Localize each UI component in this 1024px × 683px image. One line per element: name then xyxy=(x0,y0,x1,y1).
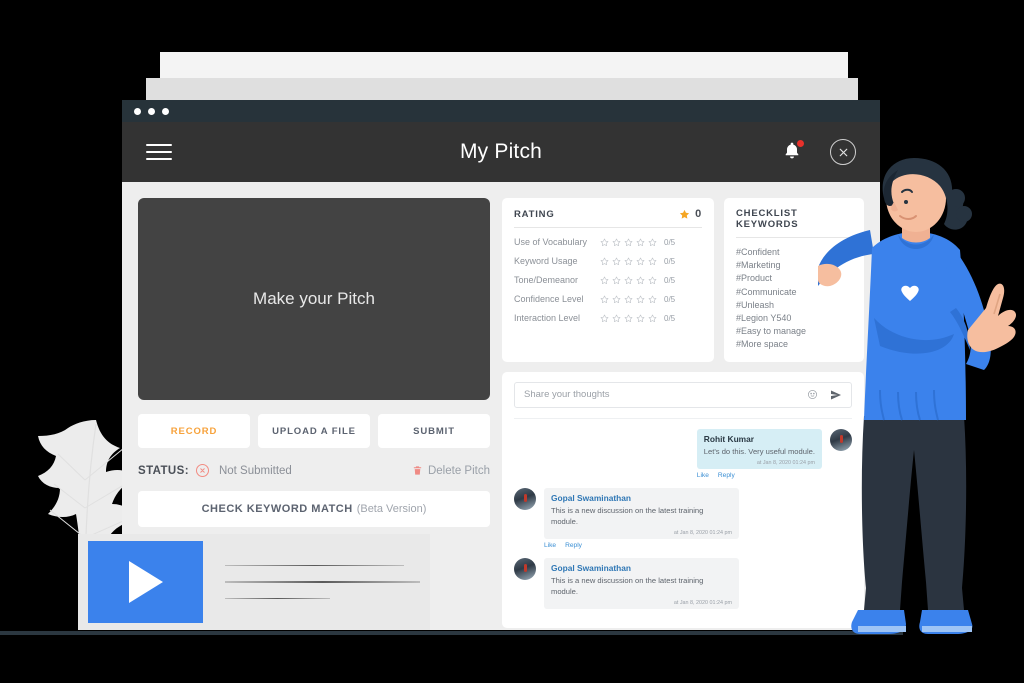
comment-action-reply[interactable]: Reply xyxy=(718,472,735,479)
insights-column: RATING 0 Use of Vocabulary 0/5 Keyword Usa… xyxy=(502,198,864,628)
avatar[interactable] xyxy=(514,557,536,580)
rating-row-label: Tone/Demeanor xyxy=(514,275,579,285)
submit-button[interactable]: SUBMIT xyxy=(378,414,490,448)
comment-input[interactable]: Share your thoughts xyxy=(514,381,852,408)
star-filled-icon xyxy=(679,209,690,219)
rating-row-label: Use of Vocabulary xyxy=(514,237,588,247)
rating-score: 0 xyxy=(679,208,702,220)
not-submitted-icon xyxy=(195,464,209,477)
comment-timestamp: at Jan 8, 2020 01:24 pm xyxy=(673,529,732,536)
comment-body: Gopal Swaminathan This is a new discussio… xyxy=(544,557,739,609)
rating-row-label: Keyword Usage xyxy=(514,256,578,266)
screenshot-root: My Pitch Make your Pitch RECORD UPLOAD A… xyxy=(0,0,1024,683)
window-dot-3[interactable] xyxy=(162,107,169,115)
comment-actions: Like Reply xyxy=(544,542,739,549)
app-header: My Pitch xyxy=(122,122,880,182)
comment-actions: Like Reply xyxy=(697,472,822,479)
delete-pitch-label: Delete Pitch xyxy=(427,464,490,477)
pitch-placeholder-text: Make your Pitch xyxy=(253,289,375,308)
rating-row-fraction: 0/5 xyxy=(664,275,676,285)
pitch-video-placeholder[interactable]: Make your Pitch xyxy=(138,198,490,400)
rating-stars[interactable] xyxy=(600,314,657,323)
window-dot-2[interactable] xyxy=(148,107,155,115)
rating-card-header: RATING 0 xyxy=(514,208,702,228)
rating-row: Keyword Usage 0/5 xyxy=(514,256,702,266)
comment-author: Rohit Kumar xyxy=(703,433,755,444)
check-keyword-match-note: (Beta Version) xyxy=(356,503,427,515)
comment-bubble: Rohit Kumar Let's do this. Very useful mo… xyxy=(696,428,822,469)
status-label: STATUS: xyxy=(138,464,189,477)
comment-action-like[interactable]: Like xyxy=(697,472,709,479)
comment-bubble: Gopal Swaminathan This is a new discussio… xyxy=(544,487,739,539)
comment-item: Gopal Swaminathan This is a new discussio… xyxy=(514,557,852,609)
bell-icon[interactable] xyxy=(782,140,804,163)
comment-text: This is a new discussion on the latest t… xyxy=(551,505,704,526)
window-titlebar xyxy=(122,100,880,122)
rating-row-fraction: 0/5 xyxy=(664,256,676,266)
rating-title: RATING xyxy=(514,208,555,220)
video-text-lines xyxy=(203,564,420,600)
rating-card: RATING 0 Use of Vocabulary 0/5 Keyword Usa… xyxy=(502,198,714,362)
rating-score-value: 0 xyxy=(695,208,702,220)
rating-row: Confidence Level 0/5 xyxy=(514,294,702,304)
avatar[interactable] xyxy=(514,487,536,510)
comment-timestamp: at Jan 8, 2020 01:24 pm xyxy=(756,459,815,466)
record-button[interactable]: RECORD xyxy=(138,414,250,448)
window-baseline xyxy=(0,631,903,635)
rating-stars[interactable] xyxy=(600,257,657,266)
trash-icon xyxy=(413,466,422,475)
check-keyword-match-button[interactable]: CHECK KEYWORD MATCH (Beta Version) xyxy=(138,491,490,527)
status-value: Not Submitted xyxy=(218,464,292,477)
person-illustration xyxy=(818,158,1017,634)
notification-badge xyxy=(797,140,804,147)
comment-action-reply[interactable]: Reply xyxy=(565,542,582,549)
comment-body: Gopal Swaminathan This is a new discussio… xyxy=(544,487,739,549)
video-thumbnail[interactable] xyxy=(88,541,203,623)
play-icon xyxy=(128,561,163,603)
comment-timestamp: at Jan 8, 2020 01:24 pm xyxy=(673,599,732,606)
comments-card: Share your thoughts Rohit Kumar Let's do … xyxy=(502,371,864,628)
check-keyword-match-label: CHECK KEYWORD MATCH xyxy=(201,503,353,515)
rating-row-label: Confidence Level xyxy=(514,294,584,304)
comment-action-like[interactable]: Like xyxy=(544,542,556,549)
rating-row: Use of Vocabulary 0/5 xyxy=(514,237,702,247)
comment-input-placeholder: Share your thoughts xyxy=(524,389,610,401)
comment-text: This is a new discussion on the latest t… xyxy=(551,575,704,596)
rating-stars[interactable] xyxy=(600,238,657,247)
rating-row: Interaction Level 0/5 xyxy=(514,313,702,323)
header-actions xyxy=(782,139,856,165)
comment-thread: Rohit Kumar Let's do this. Very useful mo… xyxy=(514,417,852,618)
comment-bubble: Gopal Swaminathan This is a new discussio… xyxy=(544,557,739,609)
page-title: My Pitch xyxy=(459,140,543,163)
comment-author: Gopal Swaminathan xyxy=(551,562,632,573)
video-preview-card[interactable] xyxy=(78,534,430,630)
cards-row: RATING 0 Use of Vocabulary 0/5 Keyword Usa… xyxy=(502,198,864,362)
window-dot-1[interactable] xyxy=(134,107,141,115)
rating-rows: Use of Vocabulary 0/5 Keyword Usage 0/5 Tone… xyxy=(514,237,702,323)
rating-row-fraction: 0/5 xyxy=(664,294,676,304)
rating-row: Tone/Demeanor 0/5 xyxy=(514,275,702,285)
hamburger-icon[interactable] xyxy=(146,144,172,160)
comment-text: Let's do this. Very useful module. xyxy=(703,446,815,456)
rating-row-fraction: 0/5 xyxy=(664,237,676,247)
status-row: STATUS: Not Submitted Delete Pitch xyxy=(138,464,490,477)
emoji-icon[interactable] xyxy=(807,389,818,400)
comment-author: Gopal Swaminathan xyxy=(551,492,632,503)
upload-file-button[interactable]: UPLOAD A FILE xyxy=(258,414,370,448)
comment-item: Rohit Kumar Let's do this. Very useful mo… xyxy=(514,428,852,479)
rating-stars[interactable] xyxy=(600,276,657,285)
rating-stars[interactable] xyxy=(600,295,657,304)
comment-item: Gopal Swaminathan This is a new discussio… xyxy=(514,487,852,549)
delete-pitch-button[interactable]: Delete Pitch xyxy=(412,465,490,477)
rating-row-fraction: 0/5 xyxy=(664,313,676,323)
rating-row-label: Interaction Level xyxy=(514,313,581,323)
close-circle-icon[interactable] xyxy=(830,139,856,165)
pitch-action-buttons: RECORD UPLOAD A FILE SUBMIT xyxy=(138,414,490,448)
background-window-layer-1 xyxy=(160,52,848,80)
comment-body: Rohit Kumar Let's do this. Very useful mo… xyxy=(696,428,822,479)
